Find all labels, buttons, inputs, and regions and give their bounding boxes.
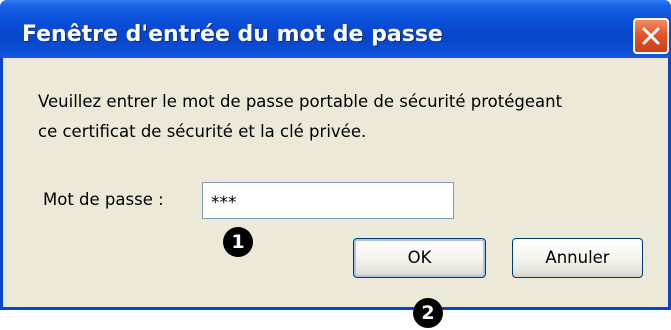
close-icon [642, 27, 660, 45]
title-bar[interactable]: Fenêtre d'entrée du mot de passe [0, 0, 671, 58]
instruction-line-1: Veuillez entrer le mot de passe portable… [38, 92, 563, 111]
ok-button[interactable]: OK [353, 238, 486, 278]
password-input[interactable] [202, 182, 454, 219]
cancel-button[interactable]: Annuler [512, 238, 643, 278]
password-dialog: Fenêtre d'entrée du mot de passe Veuille… [0, 0, 671, 310]
password-label: Mot de passe : [43, 190, 164, 209]
close-button[interactable] [633, 18, 669, 54]
window-title: Fenêtre d'entrée du mot de passe [22, 22, 443, 47]
instruction-message: Veuillez entrer le mot de passe portable… [38, 87, 658, 147]
step-marker-2: 2 [413, 298, 443, 328]
step-marker-1: 1 [223, 227, 253, 257]
instruction-line-2: ce certificat de sécurité et la clé priv… [38, 122, 367, 141]
page: Fenêtre d'entrée du mot de passe Veuille… [0, 0, 671, 330]
